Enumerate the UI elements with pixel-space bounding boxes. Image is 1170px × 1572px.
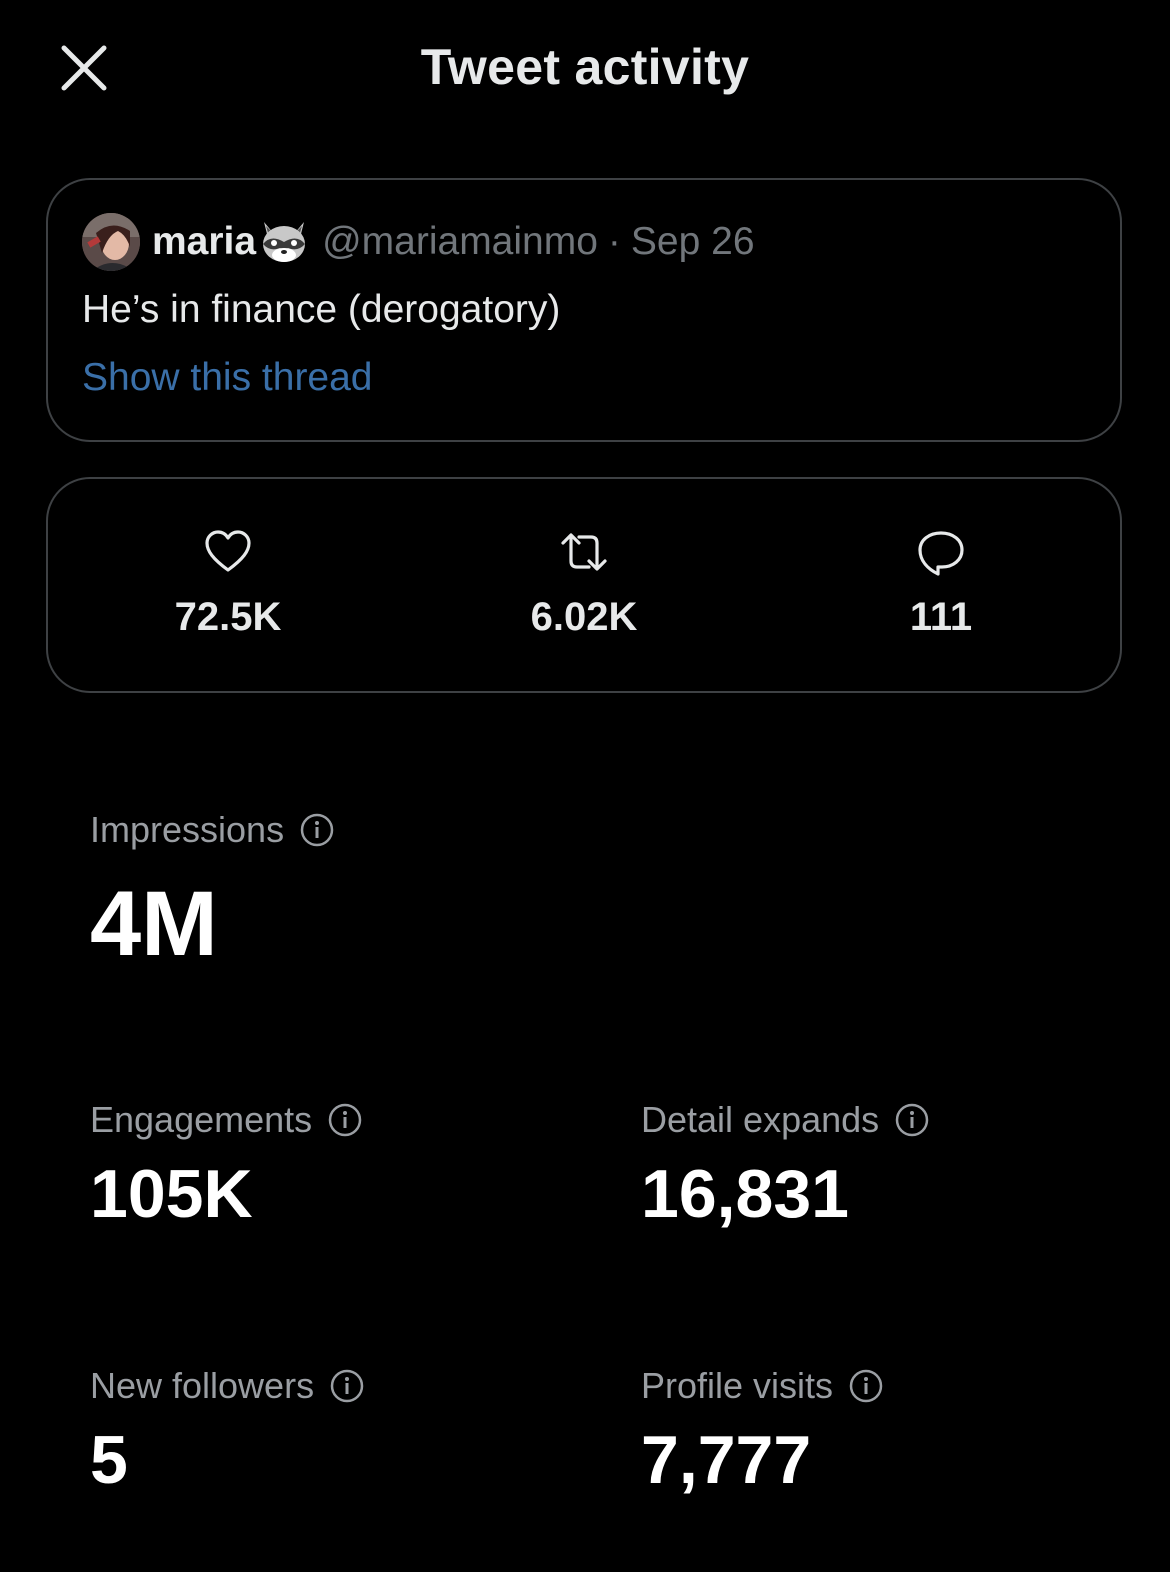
info-icon[interactable] (300, 813, 334, 847)
reply-icon (916, 527, 966, 577)
heart-icon (203, 527, 253, 577)
separator-dot: · (607, 220, 621, 263)
display-name[interactable]: maria (152, 220, 256, 264)
page-title: Tweet activity (420, 39, 750, 95)
likes-count: 72.5K (174, 595, 282, 639)
info-icon[interactable] (895, 1103, 929, 1137)
new-followers-stat: New followers 5 (90, 1364, 364, 1494)
retweets-metric: 6.02K (474, 527, 694, 640)
impressions-value: 4M (90, 873, 218, 975)
impressions-label: Impressions (90, 809, 285, 850)
engagement-summary-card: 72.5K 6.02K 111 (46, 477, 1122, 693)
detail-expands-value: 16,831 (641, 1156, 849, 1232)
info-icon[interactable] (328, 1103, 362, 1137)
profile-visits-value: 7,777 (641, 1422, 812, 1498)
tweet-preview-card[interactable]: maria @mariamainmo · Sep 26 He’s in fina… (46, 178, 1122, 442)
info-icon[interactable] (849, 1369, 883, 1403)
detail-expands-stat: Detail expands 16,831 (641, 1098, 929, 1228)
tweet-text: He’s in finance (derogatory) (82, 288, 561, 331)
info-icon[interactable] (330, 1369, 364, 1403)
new-followers-label: New followers (90, 1365, 315, 1406)
tweet-activity-screen: Tweet activity maria @mariamainmo · Sep … (0, 0, 1170, 1572)
engagements-label: Engagements (90, 1099, 313, 1140)
impressions-stat: Impressions 4M (90, 808, 334, 970)
show-thread-link[interactable]: Show this thread (82, 356, 373, 400)
engagements-stat: Engagements 105K (90, 1098, 362, 1228)
profile-visits-label: Profile visits (641, 1365, 834, 1406)
retweets-count: 6.02K (530, 595, 638, 639)
detail-expands-label: Detail expands (641, 1099, 880, 1140)
replies-metric: 111 (831, 527, 1051, 640)
raccoon-icon (258, 218, 310, 266)
avatar[interactable] (82, 213, 140, 271)
tweet-date: Sep 26 (630, 220, 755, 263)
engagements-value: 105K (90, 1156, 253, 1232)
tweet-header: maria @mariamainmo · Sep 26 (82, 212, 755, 272)
new-followers-value: 5 (90, 1422, 128, 1498)
profile-visits-stat: Profile visits 7,777 (641, 1364, 883, 1494)
likes-metric: 72.5K (118, 527, 338, 640)
replies-count: 111 (909, 595, 973, 639)
retweet-icon (559, 527, 609, 577)
user-handle[interactable]: @mariamainmo (322, 220, 598, 264)
